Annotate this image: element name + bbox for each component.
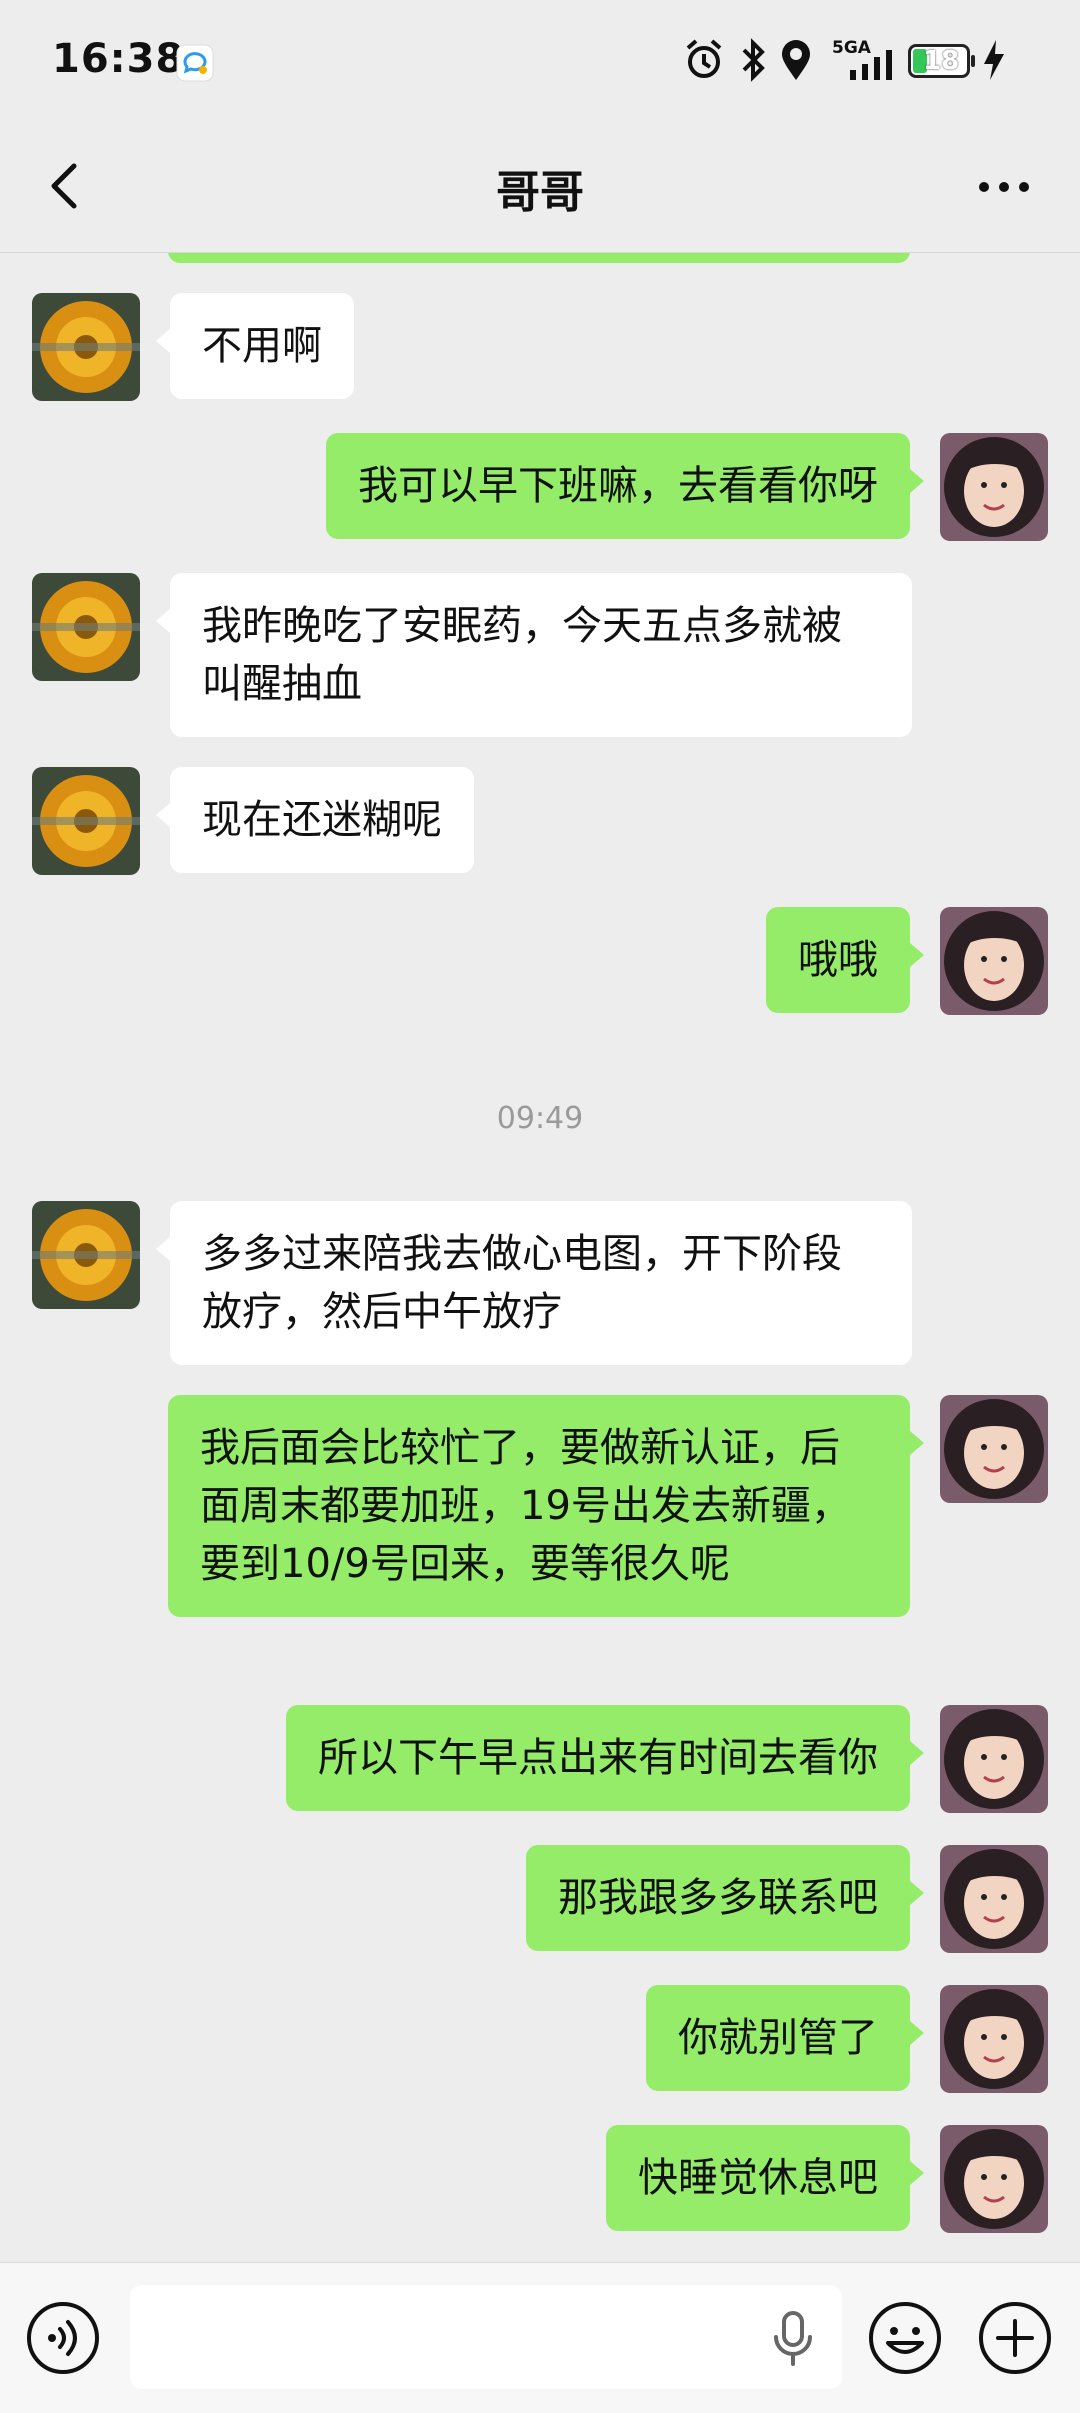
signal-bars-icon [850,50,892,80]
message-bubble-outgoing[interactable]: 快睡觉休息吧 [606,2125,924,2231]
battery-indicator: 18 [908,44,975,78]
contact-avatar[interactable] [32,1201,140,1309]
contact-avatar[interactable] [32,293,140,401]
chat-title: 哥哥 [496,167,584,218]
contact-avatar[interactable] [32,573,140,681]
message-bubble-outgoing[interactable]: 我后面会比较忙了，要做新认证，后面周末都要加班，19号出发去新疆，要到10/9号… [168,1395,924,1617]
user-avatar[interactable] [940,1985,1048,2093]
message-bubble-outgoing[interactable]: 我可以早下班嘛，去看看你呀 [326,433,924,539]
user-avatar[interactable] [940,907,1048,1015]
user-avatar[interactable] [940,433,1048,541]
message-bubble-incoming[interactable]: 多多过来陪我去做心电图，开下阶段放疗，然后中午放疗 [156,1201,912,1365]
message-timestamp: 09:49 [496,1101,584,1136]
microphone-icon[interactable] [758,2303,828,2373]
message-bubble-outgoing[interactable]: 那我跟多多联系吧 [526,1845,924,1951]
status-bar: 16:38 5GA 18 [0,0,1080,120]
charging-icon [984,40,1004,80]
signal-indicator: 5GA [826,36,896,84]
message-bubble-outgoing[interactable]: 所以下午早点出来有时间去看你 [286,1705,924,1811]
notification-app-icon [176,44,214,82]
message-bubble-incoming[interactable]: 我昨晚吃了安眠药，今天五点多就被叫醒抽血 [156,573,912,737]
user-avatar[interactable] [940,1705,1048,1813]
partial-outgoing-bubble [168,253,910,263]
user-avatar[interactable] [940,2125,1048,2233]
message-bubble-incoming[interactable]: 现在还迷糊呢 [156,767,474,873]
status-time: 16:38 [52,36,185,82]
message-list[interactable]: 不用啊 我可以早下班嘛，去看看你呀 我昨晚吃了安眠药，今天五点多就被叫醒抽血 现… [0,253,1080,2250]
user-avatar[interactable] [940,1395,1048,1503]
voice-icon[interactable] [26,2301,100,2375]
plus-icon[interactable] [978,2301,1052,2375]
message-bubble-incoming[interactable]: 不用啊 [156,293,354,399]
user-avatar[interactable] [940,1845,1048,1953]
alarm-icon [686,39,722,78]
battery-level: 18 [923,46,960,76]
contact-avatar[interactable] [32,767,140,875]
location-icon [782,40,810,80]
message-bubble-outgoing[interactable]: 哦哦 [766,907,924,1013]
bluetooth-icon [742,38,765,82]
more-options-icon[interactable] [976,172,1032,202]
chat-header: 哥哥 [0,120,1080,253]
message-input[interactable] [130,2285,842,2389]
emoji-icon[interactable] [868,2301,942,2375]
input-bar [0,2262,1080,2413]
message-bubble-outgoing[interactable]: 你就别管了 [646,1985,924,2091]
